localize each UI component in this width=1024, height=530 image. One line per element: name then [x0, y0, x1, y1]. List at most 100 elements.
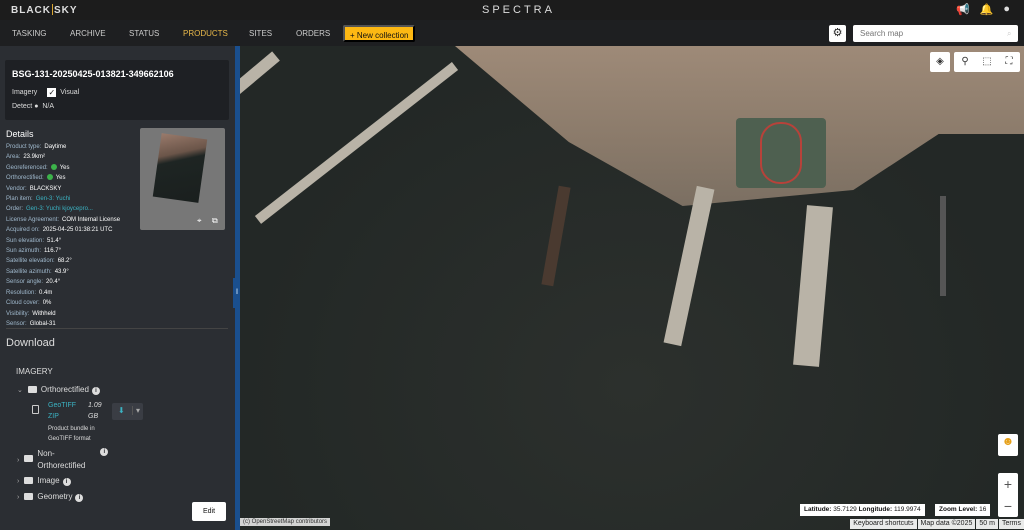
detail-key: Acquired on: — [6, 227, 40, 234]
detail-row: Sun elevation: 51.4° — [6, 236, 120, 246]
edit-button[interactable]: Edit — [192, 502, 226, 521]
imagery-section-title: IMAGERY — [16, 367, 53, 376]
check-icon — [46, 174, 53, 181]
detail-key: License Agreement: — [6, 216, 60, 223]
detail-key: Visibility: — [6, 310, 30, 317]
detail-row: Resolution: 0.4m — [6, 288, 120, 298]
coordinate-readout: Latitude: 35.7129 Longitude: 119.9974 — [800, 504, 925, 516]
detail-key: Sensor angle: — [6, 279, 44, 286]
detail-row: Satellite elevation: 68.2° — [6, 256, 120, 266]
blacksky-logo[interactable]: BLACK SKY — [11, 4, 78, 16]
app-title: SPECTRA — [482, 4, 555, 16]
nav-products[interactable]: PRODUCTS — [183, 29, 228, 38]
download-button[interactable]: ⬇ ▾ — [112, 403, 143, 420]
nav-status[interactable]: STATUS — [129, 29, 159, 38]
info-icon: i — [62, 478, 71, 486]
detail-row: Sensor angle: 20.4° — [6, 277, 120, 287]
detail-row: Plan item: Gen-3: Yuchi — [6, 194, 120, 204]
detail-value: 0.4m — [39, 289, 53, 296]
folder-icon — [24, 493, 34, 500]
scale-bar[interactable]: 50 m — [976, 519, 998, 529]
detail-key: Cloud cover: — [6, 300, 40, 307]
zoom-control: + − — [998, 473, 1018, 517]
gear-icon[interactable]: ⚙ — [829, 25, 846, 42]
megaphone-icon[interactable]: 📢 — [956, 3, 970, 16]
imagery-value: Visual — [60, 89, 80, 96]
new-collection-button[interactable]: + New collection — [343, 25, 416, 42]
product-thumbnail[interactable]: ⌖ ⧉ — [140, 128, 225, 230]
open-external-icon[interactable]: ⧉ — [212, 216, 218, 226]
detail-row: Georeferenced: Yes — [6, 163, 120, 173]
draw-area-icon[interactable]: ⬚ — [976, 52, 998, 72]
detail-key: Orthorectified: — [6, 175, 44, 182]
detail-value: Yes — [59, 164, 70, 171]
keyboard-shortcuts-link[interactable]: Keyboard shortcuts — [850, 519, 917, 529]
user-icon[interactable]: ● — [1003, 3, 1010, 16]
info-icon: i — [75, 494, 84, 502]
detail-key: Resolution: — [6, 289, 37, 296]
detail-key: Order: — [6, 206, 24, 213]
detect-value: N/A — [42, 103, 54, 110]
info-icon[interactable]: ● — [34, 103, 38, 110]
product-header: BSG-131-20250425-013821-349662106 Imager… — [5, 60, 229, 120]
zoom-out-button[interactable]: − — [998, 495, 1018, 517]
folder-icon — [27, 386, 37, 393]
search-input[interactable] — [853, 25, 1018, 42]
folder-geometry[interactable]: › Geometry i — [17, 492, 84, 502]
zoom-in-button[interactable]: + — [998, 473, 1018, 495]
folder-non-orthorectified[interactable]: ›Non-Orthorectifiedi — [17, 448, 109, 472]
detail-key: Plan item: — [6, 196, 33, 203]
nav-archive[interactable]: ARCHIVE — [70, 29, 106, 38]
detail-row: Sun azimuth: 116.7° — [6, 246, 120, 256]
detail-row: Orthorectified: Yes — [6, 173, 120, 183]
zoom-level-readout: Zoom Level: 16 — [935, 504, 991, 516]
fullscreen-icon[interactable]: ⛶ — [998, 52, 1020, 72]
map-footer: Keyboard shortcuts Map data ©2025 50 m T… — [849, 519, 1024, 529]
detail-value: Global-31 — [29, 320, 56, 327]
folder-image[interactable]: › Image i — [17, 476, 71, 486]
street-view-pegman-icon[interactable]: ☻ — [998, 434, 1018, 456]
detail-value: 43.9° — [54, 268, 69, 275]
detail-key: Vendor: — [6, 185, 27, 192]
detail-key: Georeferenced: — [6, 164, 48, 171]
visual-checkbox[interactable]: ✓ — [47, 88, 57, 97]
folder-icon — [24, 477, 34, 484]
layers-icon[interactable]: ◈ — [930, 52, 950, 72]
map-data-label: Map data ©2025 — [917, 519, 976, 529]
detail-value: BLACKSKY — [29, 185, 62, 192]
top-bar: BLACK SKY SPECTRA 📢 🔔 ● — [0, 0, 1024, 20]
nav-tasking[interactable]: TASKING — [12, 29, 47, 38]
detail-value: 116.7° — [44, 248, 61, 255]
download-title: Download — [6, 337, 55, 349]
info-icon: i — [100, 448, 109, 456]
detail-key: Product type: — [6, 144, 42, 150]
nav-sites[interactable]: SITES — [249, 29, 272, 38]
detail-key: Satellite elevation: — [6, 258, 55, 265]
folder-orthorectified[interactable]: ⌄ Orthorectified i — [17, 385, 100, 395]
product-panel: BSG-131-20250425-013821-349662106 Imager… — [0, 46, 235, 530]
pin-icon[interactable]: ⚲ — [954, 52, 976, 72]
detail-value: Daytime — [44, 144, 67, 150]
map-canvas[interactable]: ◈ ⚲ ⬚ ⛶ ☻ + − Latitude: 35.7129 Longitude… — [240, 46, 1024, 530]
bell-icon[interactable]: 🔔 — [980, 3, 994, 16]
terms-link[interactable]: Terms — [998, 519, 1024, 529]
osm-attribution[interactable]: (c) OpenStreetMap contributors — [240, 518, 331, 526]
detail-value: 2025-04-25 01:38:21 UTC — [42, 227, 113, 234]
detail-value[interactable]: Gen-3: Yuchi — [36, 196, 71, 202]
search-icon[interactable]: ⌕ — [1007, 29, 1011, 39]
detail-value: COM Internal License — [62, 216, 121, 223]
nav-orders[interactable]: ORDERS — [296, 29, 330, 38]
focus-icon[interactable]: ⌖ — [197, 216, 202, 226]
detail-row: Satellite azimuth: 43.9° — [6, 267, 120, 277]
detail-value[interactable]: Gen-3: Yuchi kjoycepro... — [26, 206, 93, 212]
chevron-down-icon: ⌄ — [17, 387, 23, 394]
detail-value: 68.2° — [57, 258, 72, 265]
product-id: BSG-131-20250425-013821-349662106 — [12, 69, 174, 79]
file-geotiff-zip[interactable]: GeoTIFF ZIP 1.09 GB — [48, 400, 102, 422]
detect-label: Detect — [12, 103, 33, 110]
info-icon: i — [91, 387, 100, 395]
detail-key: Sun azimuth: — [6, 248, 42, 255]
divider — [6, 328, 228, 329]
detail-row: Product type: Daytime — [6, 142, 120, 152]
detail-row: Area: 23.9km² — [6, 152, 120, 162]
